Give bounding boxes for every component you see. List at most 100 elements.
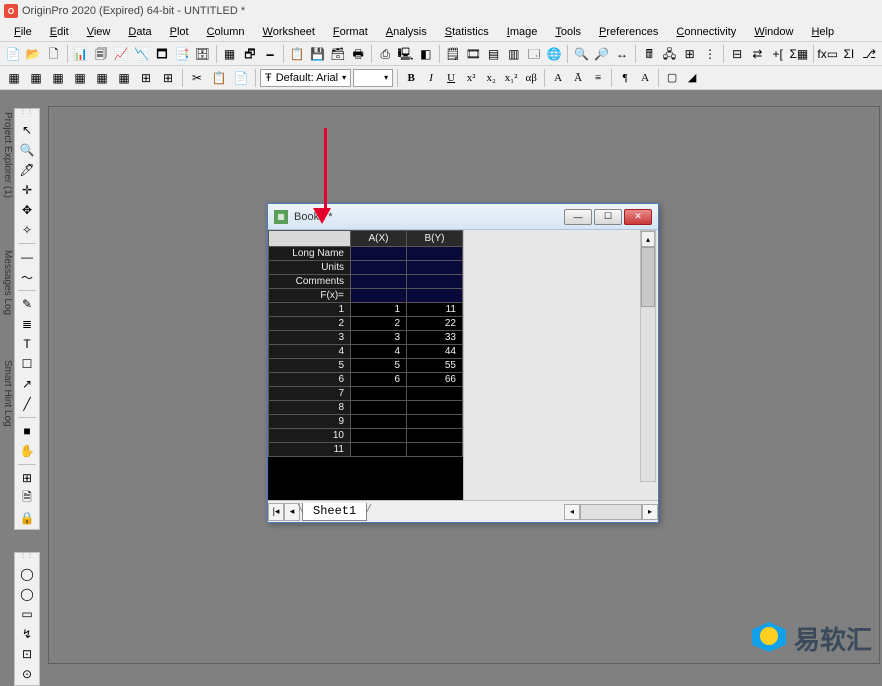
vtool2-5[interactable]: ⊙ [17,665,37,683]
label-cell[interactable] [407,289,463,303]
data-cell[interactable]: 4 [351,345,407,359]
data-cell[interactable]: 66 [407,373,463,387]
toolbar1-btn-8[interactable]: 📑 [173,44,191,64]
menu-connectivity[interactable]: Connectivity [668,24,744,40]
scroll-thumb[interactable] [641,247,655,307]
vtool2-4[interactable]: ⊡ [17,645,37,663]
menu-tools[interactable]: Tools [547,24,589,40]
toolbar1-btn-29[interactable]: 🖩 [640,44,658,64]
toolbar2-left-btn-6[interactable]: ⊞ [136,68,156,88]
workbook-window[interactable]: ▦ Book1 * — ☐ ✕ A(X)B(Y)Long NameUnitsCo… [267,203,659,523]
toolbar1-btn-14[interactable]: 💾 [308,44,326,64]
vtool-11[interactable]: ☐ [17,355,37,373]
worksheet-grid[interactable]: A(X)B(Y)Long NameUnitsCommentsF(x)=11112… [268,230,463,500]
data-cell[interactable]: 11 [407,303,463,317]
smart-hint-log-tab[interactable]: Smart Hint Log [2,360,13,427]
vtool-3[interactable]: ✛ [17,181,37,199]
format-btn-0[interactable]: B [402,69,420,87]
format-btn-2[interactable]: U [442,69,460,87]
vtool-10[interactable]: T [17,335,37,353]
vtool2-1[interactable]: ◯ [17,585,37,603]
toolbar1-btn-12[interactable]: 🗕 [261,44,279,64]
toolbar1-btn-9[interactable]: 🗄 [193,44,211,64]
toolbar2-left-btn-2[interactable]: ▦ [48,68,68,88]
row-number[interactable]: 7 [269,387,351,401]
label-cell[interactable] [351,247,407,261]
data-cell[interactable] [407,429,463,443]
toolbar1-btn-37[interactable]: fx▭ [818,44,838,64]
vtool-7[interactable]: ～ [17,268,37,286]
vtool-13[interactable]: ╱ [17,395,37,413]
toolbar2-left-btn-7[interactable]: ⊞ [158,68,178,88]
format-btn-4[interactable]: x₂ [482,69,500,87]
data-cell[interactable]: 3 [351,331,407,345]
menu-statistics[interactable]: Statistics [437,24,497,40]
toolbar1-btn-31[interactable]: ⊞ [681,44,699,64]
toolbar1-btn-10[interactable]: ▦ [220,44,238,64]
toolbar1-btn-25[interactable]: 🌐 [545,44,563,64]
label-cell[interactable] [351,261,407,275]
vtool-4[interactable]: ✥ [17,201,37,219]
vtool-15[interactable]: ✋ [17,442,37,460]
vtool-5[interactable]: ✧ [17,221,37,239]
data-cell[interactable] [351,415,407,429]
menu-file[interactable]: File [6,24,40,40]
row-number[interactable]: 1 [269,303,351,317]
font-size-selector[interactable]: ▾ [353,69,393,87]
row-number[interactable]: 4 [269,345,351,359]
vtool-14[interactable]: ■ [17,422,37,440]
toolbar1-btn-2[interactable]: 🗋 [45,44,63,64]
data-cell[interactable]: 6 [351,373,407,387]
label-cell[interactable] [407,275,463,289]
row-number[interactable]: 6 [269,373,351,387]
toolbar1-btn-7[interactable]: 🗖 [153,44,171,64]
data-cell[interactable]: 33 [407,331,463,345]
vtool2-2[interactable]: ▭ [17,605,37,623]
format-btn-12[interactable]: ▢ [663,69,681,87]
toolbar1-btn-35[interactable]: +[ [769,44,787,64]
toolbar2-mid-btn-1[interactable]: 📋 [209,68,229,88]
toolbar1-btn-17[interactable]: ⎙ [376,44,394,64]
toolbar1-btn-18[interactable]: 🖳 [396,44,414,64]
toolbar1-btn-26[interactable]: 🔍 [572,44,590,64]
label-cell[interactable] [351,275,407,289]
menu-worksheet[interactable]: Worksheet [255,24,323,40]
toolbar1-btn-30[interactable]: 🖧 [660,44,678,64]
data-cell[interactable]: 5 [351,359,407,373]
vtool-0[interactable]: ↖ [17,121,37,139]
vtool2-3[interactable]: ↯ [17,625,37,643]
format-btn-11[interactable]: A [636,69,654,87]
toolbar1-btn-24[interactable]: 🗔 [525,44,543,64]
messages-log-tab[interactable]: Messages Log [2,250,13,315]
format-btn-3[interactable]: x² [462,69,480,87]
close-button[interactable]: ✕ [624,209,652,225]
toolbar2-left-btn-4[interactable]: ▦ [92,68,112,88]
toolbar1-btn-22[interactable]: ▤ [484,44,502,64]
toolbar2-mid-btn-0[interactable]: ✂ [187,68,207,88]
toolbar2-left-btn-0[interactable]: ▦ [4,68,24,88]
toolbar1-btn-20[interactable]: 🗒 [444,44,462,64]
column-header-0[interactable]: A(X) [351,231,407,247]
toolbar2-mid-btn-2[interactable]: 📄 [231,68,251,88]
toolbar1-btn-27[interactable]: 🔎 [593,44,611,64]
font-selector[interactable]: ŦDefault: Arial▾ [260,69,351,87]
vtool-17[interactable]: 🗎 [17,489,37,507]
menu-data[interactable]: Data [120,24,159,40]
toolbar1-btn-3[interactable]: 📊 [72,44,90,64]
toolbar1-btn-11[interactable]: 🗗 [241,44,259,64]
hscroll-track[interactable] [580,504,642,520]
data-cell[interactable]: 22 [407,317,463,331]
format-btn-9[interactable]: ≡ [589,69,607,87]
format-btn-7[interactable]: A [549,69,567,87]
data-cell[interactable] [407,387,463,401]
toolbar1-btn-5[interactable]: 📈 [112,44,130,64]
column-header-1[interactable]: B(Y) [407,231,463,247]
row-number[interactable]: 11 [269,443,351,457]
label-cell[interactable] [407,247,463,261]
row-number[interactable]: 3 [269,331,351,345]
row-label-3[interactable]: F(x)= [269,289,351,303]
menu-preferences[interactable]: Preferences [591,24,666,40]
menu-view[interactable]: View [79,24,119,40]
menu-analysis[interactable]: Analysis [378,24,435,40]
toolbar1-btn-21[interactable]: 🎞 [464,44,482,64]
